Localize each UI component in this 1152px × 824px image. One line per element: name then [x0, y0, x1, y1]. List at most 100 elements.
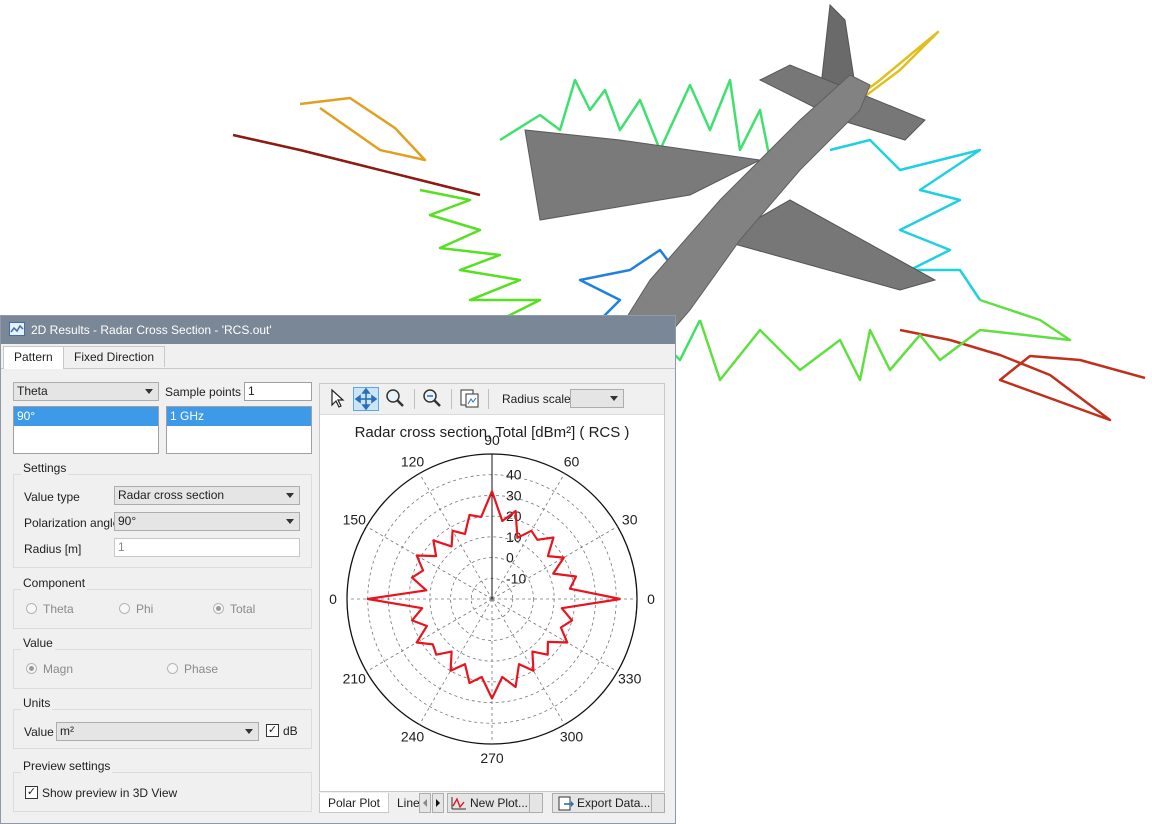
export-icon [558, 796, 574, 811]
results-dialog: 2D Results - Radar Cross Section - 'RCS.… [0, 315, 676, 824]
chart-app-icon [9, 322, 25, 336]
pan-icon [354, 387, 378, 411]
radius-scale-select[interactable] [570, 389, 624, 408]
rcs-lobe-left-long [232, 133, 481, 197]
angle-tick-label: 0 [329, 591, 337, 607]
chevron-down-icon [610, 396, 618, 401]
new-plot-dropdown[interactable] [529, 794, 542, 812]
toolbar-separator [451, 389, 452, 409]
copy-image-button[interactable] [457, 387, 483, 411]
pan-tool-button[interactable] [353, 387, 379, 411]
db-label: dB [283, 724, 298, 738]
sample-points-label: Sample points [165, 385, 242, 399]
axis-list[interactable]: 90° [13, 406, 159, 454]
polar-grid-spoke [491, 598, 618, 672]
zoom-tool-button[interactable] [383, 387, 409, 411]
polar-grid-spoke [366, 526, 493, 600]
tab-pattern[interactable]: Pattern [3, 346, 64, 369]
value-group-label: Value [21, 636, 55, 650]
radio-phase[interactable] [167, 663, 178, 674]
angle-tick-label: 60 [564, 453, 580, 469]
angle-tick-label: 270 [480, 750, 504, 766]
polar-series [366, 490, 621, 700]
dialog-tabs: Pattern Fixed Direction [1, 346, 675, 369]
angle-tick-label: 240 [401, 729, 425, 745]
radius-input[interactable]: 1 [114, 538, 300, 557]
sample-list[interactable]: 1 GHz [166, 406, 312, 454]
zoom-out-icon [423, 389, 441, 407]
units-group-label: Units [21, 696, 53, 710]
export-dropdown[interactable] [651, 794, 664, 812]
radio-phi-label: Phi [136, 602, 154, 616]
polar-chart[interactable]: Radar cross section, Total [dBm²] ( RCS … [320, 414, 664, 790]
radio-magn[interactable] [26, 663, 37, 674]
angle-tick-label: 330 [618, 671, 642, 687]
polarization-select[interactable]: 90° [114, 512, 300, 531]
radio-theta-label: Theta [43, 602, 74, 616]
magnifier-icon [386, 389, 404, 407]
polar-grid-spoke [419, 473, 493, 600]
radio-total[interactable] [213, 603, 224, 614]
polarization-value: 90° [118, 514, 137, 528]
radio-theta[interactable] [26, 603, 37, 614]
radial-tick-label: 40 [506, 467, 522, 483]
export-data-label: Export Data... [577, 796, 651, 810]
radio-total-label: Total [230, 602, 256, 616]
component-group-label: Component [21, 576, 88, 590]
radial-tick-label: 30 [506, 487, 522, 503]
radio-magn-label: Magn [43, 662, 74, 676]
show-preview-checkbox[interactable]: ✓ [25, 786, 38, 799]
copy-image-icon [460, 389, 479, 408]
pointer-icon [331, 388, 345, 408]
angle-tick-label: 120 [401, 453, 425, 469]
zoom-out-button[interactable] [420, 387, 446, 411]
polar-grid [346, 453, 638, 745]
chevron-down-icon [286, 493, 294, 498]
radio-phase-label: Phase [184, 662, 219, 676]
polarization-label: Polarization angle [24, 516, 120, 530]
axis-select[interactable]: Theta [13, 382, 159, 401]
tab-scroll-left-button[interactable] [419, 793, 431, 813]
angle-tick-label: 150 [343, 512, 367, 528]
toolbar-separator [414, 389, 415, 409]
rcs-series-line [366, 490, 621, 700]
axis-list-item[interactable]: 90° [14, 407, 158, 426]
dialog-titlebar[interactable]: 2D Results - Radar Cross Section - 'RCS.… [1, 316, 675, 344]
radial-tick-label: 0 [506, 550, 514, 566]
export-data-button[interactable]: Export Data... [552, 793, 665, 813]
rcs-lobe-upper-left [299, 96, 427, 162]
sample-list-item[interactable]: 1 GHz [167, 407, 311, 426]
pointer-tool-button[interactable] [324, 387, 350, 411]
plot-panel: Radius scale Radar cross section, Total … [319, 383, 665, 792]
angle-tick-label: 300 [560, 729, 584, 745]
preview-group-label: Preview settings [21, 759, 113, 773]
chevron-right-icon [436, 799, 440, 807]
value-type-value: Radar cross section [118, 488, 225, 502]
polar-grid-spoke [491, 473, 565, 600]
radio-phi[interactable] [119, 603, 130, 614]
tab-fixed-direction[interactable]: Fixed Direction [63, 346, 166, 367]
unit-select[interactable]: m² [56, 722, 259, 741]
plot-tabs: Polar Plot Line New Plot... Export Data.… [319, 793, 665, 815]
unit-select-value: m² [60, 724, 74, 738]
angle-tick-label: 210 [343, 671, 367, 687]
tab-line-plot[interactable]: Line [397, 793, 419, 813]
radial-tick-label: -10 [506, 570, 526, 586]
show-preview-label: Show preview in 3D View [42, 786, 178, 800]
chevron-down-icon [286, 519, 294, 524]
chevron-down-icon [145, 389, 153, 394]
new-plot-button[interactable]: New Plot... [447, 793, 543, 813]
db-checkbox[interactable]: ✓ [266, 724, 279, 737]
polar-grid-spoke [366, 598, 493, 672]
tab-polar-plot[interactable]: Polar Plot [319, 793, 389, 813]
units-value-label: Value [24, 725, 54, 739]
value-type-select[interactable]: Radar cross section [114, 486, 300, 505]
sample-points-input[interactable]: 1 [244, 382, 312, 401]
radius-label: Radius [m] [24, 542, 82, 556]
new-plot-label: New Plot... [470, 796, 529, 810]
angle-tick-label: 90 [484, 432, 500, 448]
tab-scroll-right-button[interactable] [432, 793, 444, 813]
polar-grid-spoke [419, 598, 493, 725]
plot-toolbar: Radius scale [320, 384, 664, 415]
value-type-label: Value type [24, 490, 80, 504]
